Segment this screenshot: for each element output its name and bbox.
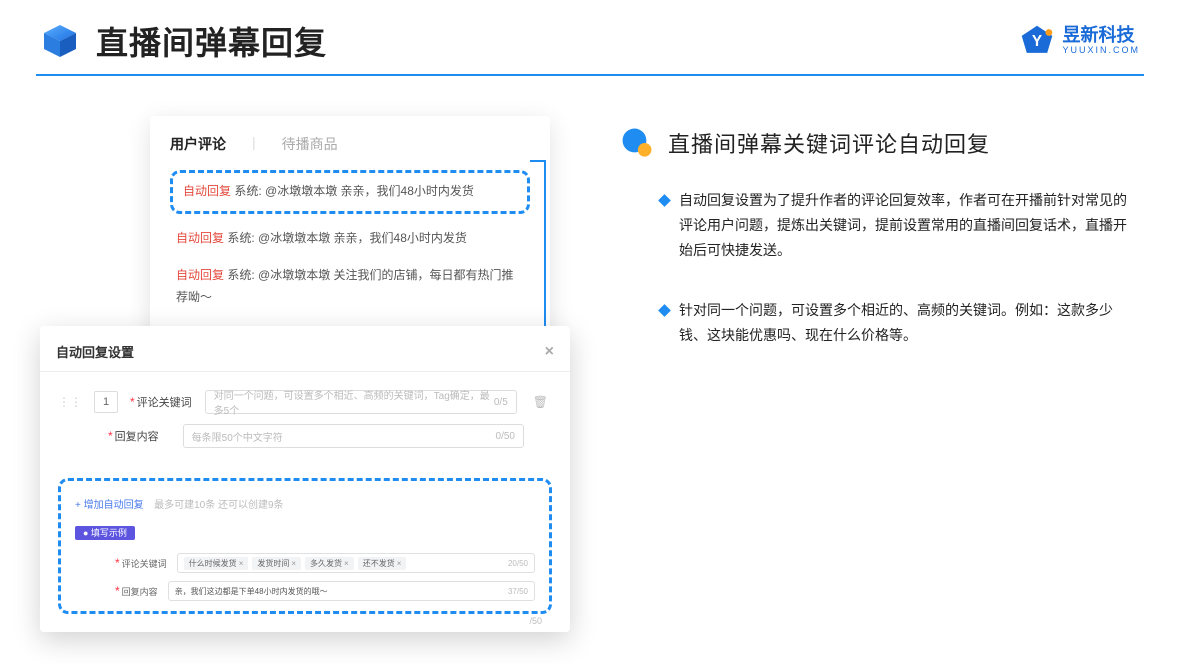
example-content-counter: 37/50 — [508, 587, 528, 596]
right-column: 直播间弹幕关键词评论自动回复 自动回复设置为了提升作者的评论回复效率，作者可在开… — [620, 106, 1140, 626]
drag-handle-icon[interactable]: ⋮⋮ — [58, 395, 82, 409]
keyword-chip[interactable]: 还不发货× — [358, 557, 407, 570]
example-highlight-box: + 增加自动回复 最多可建10条 还可以创建9条 ● 填写示例 *评论关键词 什… — [58, 478, 552, 614]
example-keyword-row: *评论关键词 什么时候发货× 发货时间× 多久发货× 还不发货× 20/50 — [75, 553, 535, 573]
example-keyword-counter: 20/50 — [508, 559, 528, 568]
comment-text: 系统: @冰墩墩本墩 亲亲，我们48小时内发货 — [227, 231, 467, 245]
chip-remove-icon: × — [291, 559, 296, 568]
comments-card: 用户评论 | 待播商品 自动回复 系统: @冰墩墩本墩 亲亲，我们48小时内发货… — [150, 116, 550, 346]
brand-name-en: YUUXIN.COM — [1062, 46, 1140, 56]
comment-item-highlighted: 自动回复 系统: @冰墩墩本墩 亲亲，我们48小时内发货 — [170, 170, 530, 214]
content-counter: 0/50 — [496, 431, 515, 442]
example-badge: ● 填写示例 — [75, 526, 135, 540]
comment-text: 系统: @冰墩墩本墩 关注我们的店铺，每日都有热门推荐呦～ — [176, 268, 514, 304]
page-header: 直播间弹幕回复 Y 昱新科技 YUUXIN.COM — [0, 0, 1180, 74]
example-content-label: *回复内容 — [115, 584, 158, 598]
example-content-input[interactable]: 亲，我们这边都是下单48小时内发货的哦～ 37/50 — [168, 581, 535, 601]
left-column: 用户评论 | 待播商品 自动回复 系统: @冰墩墩本墩 亲亲，我们48小时内发货… — [40, 106, 580, 626]
brand-badge-icon: Y — [1020, 24, 1054, 58]
settings-header: 自动回复设置 × — [40, 336, 570, 372]
keyword-chip[interactable]: 什么时候发货× — [184, 557, 249, 570]
close-icon[interactable]: × — [545, 343, 554, 361]
auto-reply-tag: 自动回复 — [176, 268, 224, 282]
diamond-bullet-icon — [658, 194, 671, 207]
delete-icon[interactable]: 🗑 — [529, 395, 552, 409]
keyword-label: *评论关键词 — [130, 394, 193, 410]
keyword-chip[interactable]: 发货时间× — [252, 557, 301, 570]
cube-icon — [40, 21, 80, 61]
bullet-item: 自动回复设置为了提升作者的评论回复效率，作者可在开播前针对常见的评论用户问题，提… — [620, 188, 1140, 264]
example-content-row: *回复内容 亲，我们这边都是下单48小时内发货的哦～ 37/50 — [75, 581, 535, 601]
add-hint-text: 最多可建10条 还可以创建9条 — [154, 500, 283, 511]
auto-reply-tag: 自动回复 — [176, 231, 224, 245]
keyword-counter: 0/5 — [494, 397, 508, 408]
keyword-placeholder: 对同一个问题，可设置多个相近、高频的关键词，Tag确定，最多5个 — [214, 387, 494, 417]
bullet-text: 针对同一个问题，可设置多个相近的、高频的关键词。例如：这款多少钱、这块能优惠吗、… — [679, 298, 1140, 348]
settings-card: 自动回复设置 × ⋮⋮ 1 *评论关键词 对同一个问题，可设置多个相近、高频的关… — [40, 326, 570, 632]
svg-text:Y: Y — [1032, 33, 1042, 50]
comment-item: 自动回复 系统: @冰墩墩本墩 关注我们的店铺，每日都有热门推荐呦～ — [170, 257, 530, 316]
tab-user-comments[interactable]: 用户评论 — [170, 134, 226, 154]
keyword-input[interactable]: 对同一个问题，可设置多个相近、高频的关键词，Tag确定，最多5个 0/5 — [205, 390, 517, 414]
example-keyword-label: *评论关键词 — [115, 556, 167, 570]
example-content-value: 亲，我们这边都是下单48小时内发货的哦～ — [175, 586, 328, 597]
add-row: + 增加自动回复 最多可建10条 还可以创建9条 — [75, 495, 535, 513]
tab-pending-goods[interactable]: 待播商品 — [282, 134, 338, 154]
content-input[interactable]: 每条限50个中文字符 0/50 — [183, 424, 524, 448]
auto-reply-tag: 自动回复 — [183, 184, 231, 198]
page-title: 直播间弹幕回复 — [96, 18, 327, 64]
chip-remove-icon: × — [344, 559, 349, 568]
chat-bubble-icon — [620, 126, 654, 160]
settings-title: 自动回复设置 — [56, 342, 134, 361]
content-label: *回复内容 — [108, 428, 171, 444]
content-placeholder: 每条限50个中文字符 — [192, 429, 283, 444]
settings-form: ⋮⋮ 1 *评论关键词 对同一个问题，可设置多个相近、高频的关键词，Tag确定，… — [40, 372, 570, 468]
comment-text: 系统: @冰墩墩本墩 亲亲，我们48小时内发货 — [234, 184, 474, 198]
diamond-bullet-icon — [658, 304, 671, 317]
lower-counter: /50 — [529, 616, 542, 626]
add-auto-reply-link[interactable]: + 增加自动回复 — [75, 500, 144, 511]
brand-name-cn: 昱新科技 — [1062, 26, 1140, 46]
right-title: 直播间弹幕关键词评论自动回复 — [668, 127, 990, 159]
content-row: *回复内容 每条限50个中文字符 0/50 — [58, 424, 552, 448]
header-left: 直播间弹幕回复 — [40, 18, 327, 64]
tab-separator: | — [252, 134, 256, 154]
card-tabs: 用户评论 | 待播商品 — [170, 134, 530, 164]
bullet-item: 针对同一个问题，可设置多个相近的、高频的关键词。例如：这款多少钱、这块能优惠吗、… — [620, 298, 1140, 348]
content-area: 用户评论 | 待播商品 自动回复 系统: @冰墩墩本墩 亲亲，我们48小时内发货… — [0, 76, 1180, 626]
index-box: 1 — [94, 391, 118, 413]
example-keyword-input[interactable]: 什么时候发货× 发货时间× 多久发货× 还不发货× 20/50 — [177, 553, 535, 573]
chip-remove-icon: × — [397, 559, 402, 568]
brand-logo: Y 昱新科技 YUUXIN.COM — [1020, 24, 1140, 58]
right-header: 直播间弹幕关键词评论自动回复 — [620, 126, 1140, 160]
chip-remove-icon: × — [239, 559, 244, 568]
keyword-chip[interactable]: 多久发货× — [305, 557, 354, 570]
keyword-row: ⋮⋮ 1 *评论关键词 对同一个问题，可设置多个相近、高频的关键词，Tag确定，… — [58, 390, 552, 414]
comment-item: 自动回复 系统: @冰墩墩本墩 亲亲，我们48小时内发货 — [170, 220, 530, 258]
bullet-text: 自动回复设置为了提升作者的评论回复效率，作者可在开播前针对常见的评论用户问题，提… — [679, 188, 1140, 264]
